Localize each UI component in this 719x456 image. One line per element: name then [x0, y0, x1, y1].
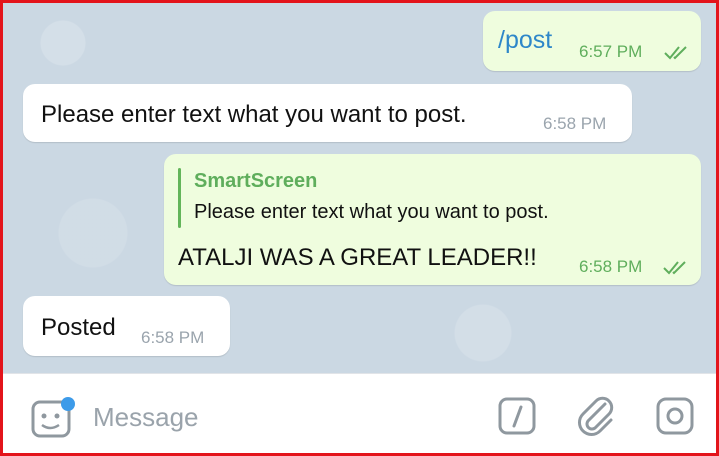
message-text: ATALJI WAS A GREAT LEADER!! [178, 244, 537, 271]
message-time: 6:58 PM [579, 257, 643, 276]
chat-area[interactable]: /post 6:57 PM Please enter text what you… [3, 3, 716, 373]
double-check-icon [663, 261, 686, 275]
outgoing-message-post-command[interactable]: /post 6:57 PM [483, 11, 701, 71]
incoming-message-prompt[interactable]: Please enter text what you want to post.… [23, 84, 632, 142]
message-text: Posted [41, 314, 116, 341]
message-input[interactable]: Message [93, 402, 199, 433]
outgoing-message-reply[interactable]: SmartScreen Please enter text what you w… [164, 154, 701, 285]
message-time: 6:57 PM [579, 42, 643, 61]
screenshot-frame: /post 6:57 PM Please enter text what you… [0, 0, 719, 456]
reply-sender-name[interactable]: SmartScreen [194, 170, 317, 193]
sticker-icon[interactable] [29, 394, 79, 440]
message-time: 6:58 PM [141, 328, 205, 347]
paperclip-icon[interactable] [575, 394, 617, 438]
reply-quote-bar [178, 168, 181, 228]
message-time: 6:58 PM [543, 114, 607, 133]
incoming-message-posted[interactable]: Posted 6:58 PM [23, 296, 230, 356]
bot-command-link[interactable]: /post [498, 26, 552, 55]
slash-command-icon[interactable] [497, 396, 537, 436]
reply-quoted-text[interactable]: Please enter text what you want to post. [194, 201, 549, 224]
message-text: Please enter text what you want to post. [41, 101, 467, 128]
double-check-icon [664, 46, 687, 60]
camera-icon[interactable] [655, 396, 695, 436]
message-input-bar: Message [3, 373, 716, 453]
